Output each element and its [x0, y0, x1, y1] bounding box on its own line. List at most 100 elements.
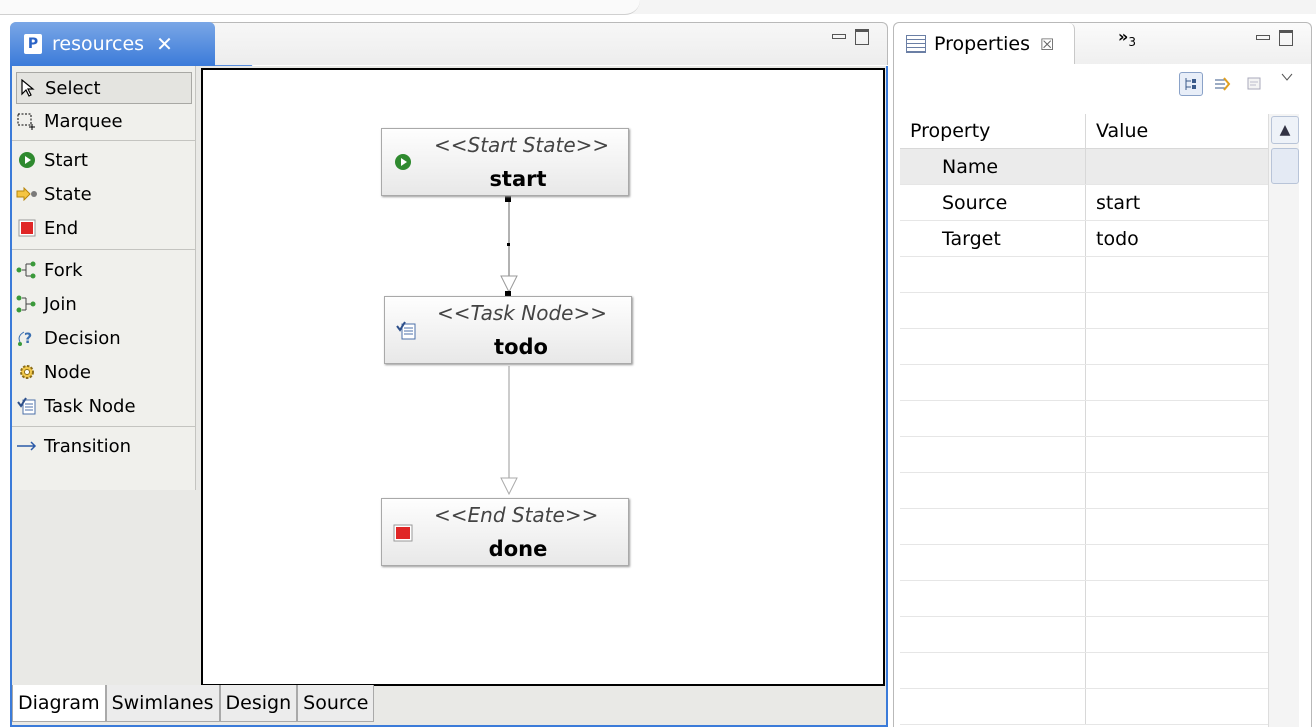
- diagram-canvas[interactable]: <<Start State>> start <<Task Node>> todo…: [201, 68, 885, 686]
- node-start-state[interactable]: <<Start State>> start: [381, 128, 629, 196]
- marquee-icon: [16, 111, 38, 131]
- view-menu-icon[interactable]: [1275, 65, 1299, 89]
- palette-item-state[interactable]: State: [16, 178, 192, 210]
- tab-diagram[interactable]: Diagram: [12, 685, 106, 722]
- palette-label: Start: [44, 149, 88, 171]
- palette-item-start[interactable]: Start: [16, 144, 192, 176]
- property-name: Target: [900, 221, 1086, 256]
- close-properties-icon[interactable]: ☒: [1040, 35, 1054, 54]
- transition-start-to-todo[interactable]: [500, 196, 518, 297]
- restore-default-icon[interactable]: [1243, 72, 1267, 96]
- palette-separator: [12, 140, 195, 141]
- palette: Select Marquee Start State End Fork Join…: [12, 66, 196, 490]
- empty-row: [900, 689, 1268, 725]
- overflow-count: 3: [1128, 35, 1136, 50]
- empty-row: [900, 437, 1268, 473]
- editor-bottom-tabs: Diagram Swimlanes Design Source: [12, 685, 375, 723]
- close-editor-tab-icon[interactable]: ✕: [156, 32, 173, 56]
- table-row[interactable]: Name: [900, 149, 1268, 185]
- transition-todo-to-done[interactable]: [500, 366, 518, 496]
- maximize-icon[interactable]: [1278, 29, 1294, 46]
- table-row[interactable]: Target todo: [900, 221, 1268, 257]
- editor-tab-title: resources: [52, 33, 145, 55]
- empty-row: [900, 581, 1268, 617]
- property-name: Name: [900, 149, 1086, 184]
- end-icon: [16, 218, 38, 238]
- properties-table: Property Value Name Source start Target …: [900, 114, 1268, 725]
- palette-item-decision[interactable]: ? Decision: [16, 322, 192, 354]
- palette-item-join[interactable]: Join: [16, 288, 192, 320]
- start-icon: [16, 150, 38, 170]
- palette-item-node[interactable]: Node: [16, 356, 192, 388]
- node-stereotype: <<End State>>: [434, 503, 599, 527]
- top-strip-curve: [0, 0, 640, 15]
- scrollbar-thumb[interactable]: [1271, 148, 1299, 184]
- property-name: Source: [900, 185, 1086, 220]
- tab-source[interactable]: Source: [297, 685, 375, 722]
- properties-tab-title: Properties: [934, 33, 1031, 55]
- palette-label: Marquee: [44, 110, 123, 132]
- minimize-icon[interactable]: [830, 28, 846, 44]
- column-header-value[interactable]: Value: [1086, 114, 1268, 148]
- task-node-icon: [16, 396, 38, 416]
- empty-row: [900, 401, 1268, 437]
- editor-tab-resources[interactable]: P resources ✕: [10, 22, 215, 66]
- join-icon: [16, 294, 38, 314]
- empty-row: [900, 257, 1268, 293]
- properties-table-header: Property Value: [900, 114, 1268, 149]
- svg-text:?: ?: [24, 331, 32, 347]
- node-stereotype: <<Start State>>: [434, 133, 610, 157]
- property-value[interactable]: start: [1086, 185, 1268, 220]
- palette-item-end[interactable]: End: [16, 212, 192, 244]
- tab-design[interactable]: Design: [219, 685, 298, 722]
- show-categories-icon[interactable]: [1179, 72, 1203, 96]
- node-task-node[interactable]: <<Task Node>> todo: [384, 296, 632, 364]
- empty-row: [900, 509, 1268, 545]
- show-advanced-properties-icon[interactable]: [1211, 72, 1235, 96]
- palette-label: State: [44, 183, 92, 205]
- editor-body: Select Marquee Start State End Fork Join…: [10, 66, 888, 727]
- empty-row: [900, 545, 1268, 581]
- node-stereotype: <<Task Node>>: [437, 301, 607, 325]
- palette-label: Transition: [44, 435, 132, 457]
- top-strip: [0, 0, 1316, 15]
- empty-row: [900, 617, 1268, 653]
- properties-toolbar: [1179, 72, 1299, 96]
- node-gear-icon: [16, 362, 38, 382]
- palette-item-transition[interactable]: Transition: [16, 430, 192, 462]
- fork-icon: [16, 260, 38, 280]
- empty-row: [900, 293, 1268, 329]
- diagram-editor: P resources ✕ Select Marquee Start State…: [10, 22, 888, 727]
- palette-item-select[interactable]: Select: [16, 72, 192, 104]
- node-name: done: [488, 537, 548, 561]
- view-overflow-button[interactable]: »3: [1118, 27, 1136, 49]
- decision-icon: ?: [16, 328, 38, 348]
- node-end-state[interactable]: <<End State>> done: [381, 498, 629, 566]
- palette-item-task-node[interactable]: Task Node: [16, 390, 192, 422]
- chevron-up-icon[interactable]: ▲: [1271, 116, 1299, 144]
- editor-tab-bar: P resources ✕: [10, 22, 888, 66]
- properties-table-icon: [906, 35, 926, 53]
- transition-arrow-icon: [16, 436, 38, 456]
- state-icon: [16, 184, 38, 204]
- properties-view: Properties ☒ »3 Property Value Name Sour…: [893, 22, 1316, 727]
- palette-item-fork[interactable]: Fork: [16, 254, 192, 286]
- tab-swimlanes[interactable]: Swimlanes: [105, 685, 220, 722]
- empty-row: [900, 653, 1268, 689]
- empty-row: [900, 473, 1268, 509]
- palette-label: End: [44, 217, 79, 239]
- table-row[interactable]: Source start: [900, 185, 1268, 221]
- property-value[interactable]: todo: [1086, 221, 1268, 256]
- property-value[interactable]: [1086, 149, 1268, 184]
- tab-properties[interactable]: Properties ☒: [894, 23, 1075, 65]
- properties-vertical-scrollbar[interactable]: ▲: [1268, 114, 1299, 727]
- process-file-icon: P: [24, 34, 42, 54]
- column-header-property[interactable]: Property: [900, 114, 1086, 148]
- minimize-icon[interactable]: [1254, 29, 1270, 45]
- properties-tab-bar: Properties ☒ »3: [893, 22, 1312, 65]
- maximize-icon[interactable]: [854, 28, 870, 45]
- properties-window-controls: [1254, 29, 1294, 46]
- palette-item-marquee[interactable]: Marquee: [16, 105, 192, 137]
- palette-separator: [12, 249, 195, 250]
- node-name: todo: [494, 335, 548, 359]
